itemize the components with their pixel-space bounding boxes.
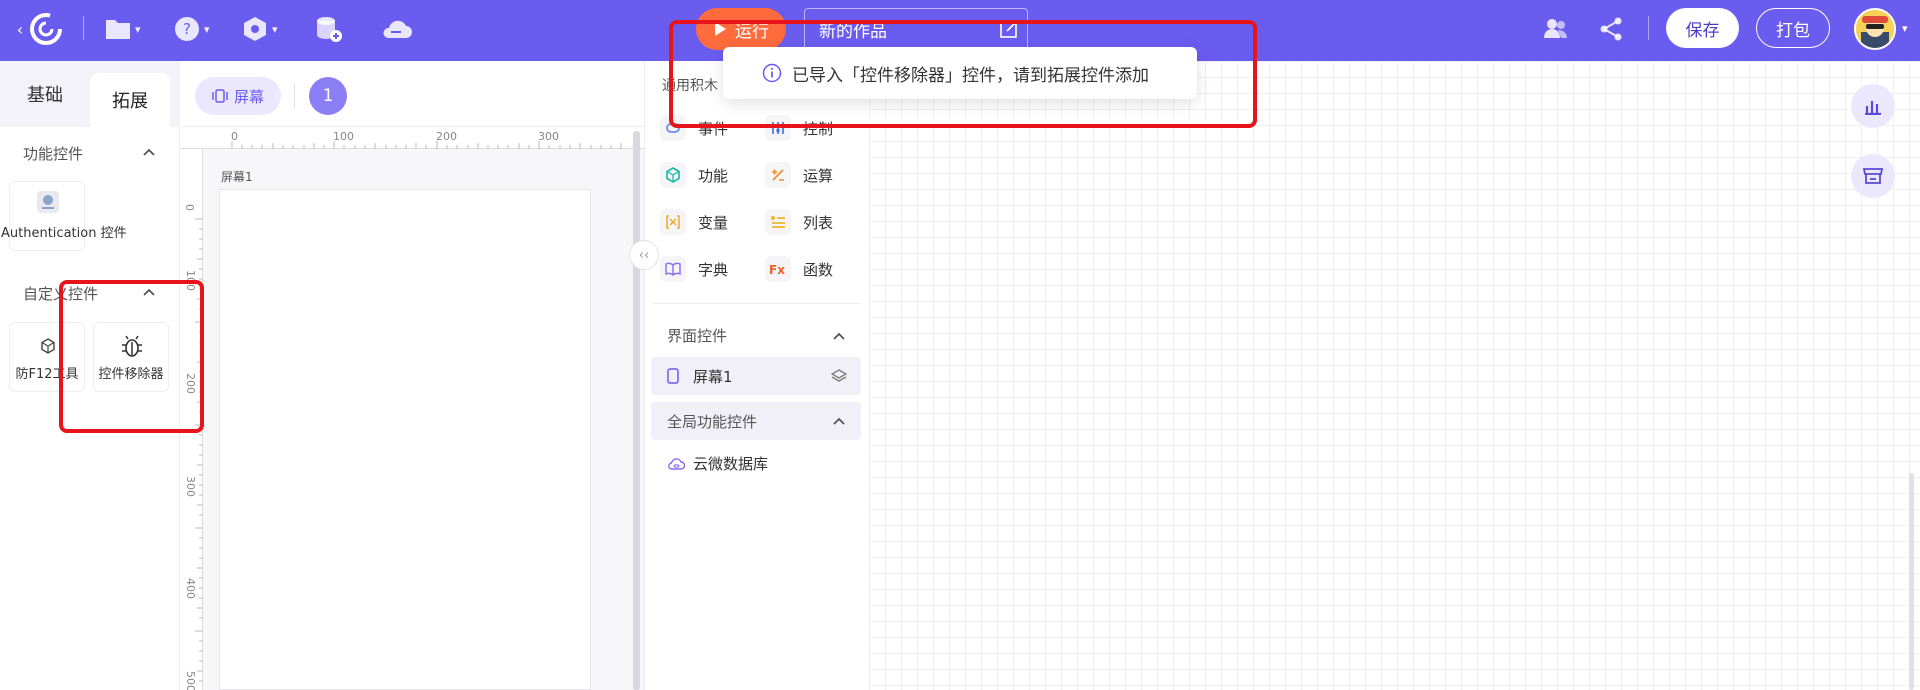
ruler-label: 300 [184, 476, 197, 497]
canvas-scrollbar[interactable] [633, 131, 640, 690]
phone-icon [667, 368, 679, 384]
collapse-panel-button[interactable]: ‹‹ [629, 240, 659, 270]
avatar[interactable] [1854, 8, 1896, 50]
share-icon[interactable] [1596, 14, 1626, 44]
store-icon [1862, 168, 1884, 184]
app-logo-icon[interactable] [28, 10, 64, 48]
stats-button[interactable] [1851, 84, 1895, 128]
highlight-box-toast [669, 20, 1257, 128]
authentication-icon [37, 191, 59, 213]
widget-tabs: 基础 拓展 [0, 61, 180, 127]
file-menu[interactable]: ▾ [104, 12, 141, 46]
hex-cube-icon [41, 338, 55, 354]
hex-gear-icon [244, 17, 266, 41]
screen-name-label: 屏幕1 [221, 170, 253, 184]
screen-count-badge[interactable]: 1 [309, 77, 347, 115]
ui-widgets-section-title: 界面控件 [667, 327, 728, 345]
store-button[interactable] [1851, 154, 1895, 198]
fx-icon: Fx [765, 256, 791, 282]
variable-icon [660, 209, 686, 235]
avatar-image-icon [1856, 10, 1894, 48]
ruler-label: 400 [184, 578, 197, 599]
screens-icon [212, 89, 228, 103]
screen-tree-item[interactable]: 屏幕1 [651, 357, 861, 395]
save-button[interactable]: 保存 [1666, 8, 1739, 48]
save-label: 保存 [1685, 20, 1720, 41]
block-label: 字典 [698, 260, 729, 279]
pack-label: 打包 [1776, 20, 1810, 41]
block-operator[interactable]: 运算 [765, 162, 833, 188]
tab-extension[interactable]: 拓展 [90, 73, 170, 127]
block-variable[interactable]: 变量 [660, 209, 728, 235]
cloud-icon[interactable] [378, 13, 414, 45]
ruler-label: 200 [436, 130, 457, 143]
settings-menu[interactable]: ▾ [241, 12, 278, 46]
screen-canvas[interactable] [219, 189, 591, 690]
bar-chart-icon [1865, 101, 1881, 115]
canvas-header: 屏幕 1 [181, 61, 644, 127]
pack-button[interactable]: 打包 [1756, 8, 1830, 48]
operator-icon [765, 162, 791, 188]
global-widgets-title: 全局功能控件 [667, 413, 758, 431]
function-section-title: 功能控件 [23, 145, 84, 163]
block-label: 函数 [803, 260, 834, 279]
chevron-up-icon[interactable] [832, 329, 846, 343]
chevron-up-icon[interactable] [832, 414, 846, 428]
database-add-icon[interactable] [312, 13, 344, 45]
cloud-database-icon [668, 457, 685, 470]
svg-text:?: ? [183, 20, 191, 38]
tab-basic[interactable]: 基础 [0, 61, 90, 127]
blocks-divider [653, 303, 861, 304]
cloud-database-item[interactable]: 云微数据库 [667, 453, 768, 474]
blocks-panel: 通用积木 事件 控制 功能 运算 变量 列表 字典 Fx 函数 界面控件 屏幕1 [644, 61, 868, 690]
highlight-box-widget [59, 280, 204, 433]
layers-icon[interactable] [831, 369, 847, 383]
block-dictionary[interactable]: 字典 [660, 256, 728, 282]
cloud-database-label: 云微数据库 [693, 455, 769, 473]
screen-tree-label: 屏幕1 [693, 368, 733, 386]
workspace-scrollbar[interactable] [1909, 473, 1914, 690]
block-function[interactable]: 功能 [660, 162, 728, 188]
global-widgets-section[interactable]: 全局功能控件 [651, 402, 861, 440]
design-canvas-area: 屏幕 1 0 100 200 300 0 100 200 300 400 500… [181, 61, 644, 690]
horizontal-ruler: 0 100 200 300 [181, 127, 644, 149]
block-workspace[interactable] [869, 61, 1920, 690]
block-label: 运算 [803, 166, 834, 185]
ruler-label: 100 [333, 130, 354, 143]
svg-text:Fx: Fx [769, 263, 785, 277]
block-label: 变量 [698, 213, 729, 232]
authentication-widget[interactable]: Authentication 控件 [1, 181, 127, 251]
block-list[interactable]: 列表 [765, 209, 833, 235]
ruler-label: 0 [183, 204, 196, 211]
chevron-up-icon[interactable] [142, 145, 156, 159]
ruler-label: 0 [231, 130, 238, 143]
authentication-widget-label: Authentication 控件 [1, 226, 127, 241]
help-icon: ? [175, 17, 199, 41]
folder-icon [106, 20, 130, 39]
block-fx[interactable]: Fx 函数 [765, 256, 833, 282]
horizontal-ruler-ticks [231, 141, 622, 149]
list-icon [765, 209, 791, 235]
function-icon [660, 162, 686, 188]
avatar-menu-chevron-icon[interactable]: ▾ [1902, 22, 1908, 35]
screen-switch-button[interactable]: 屏幕 [195, 77, 281, 115]
help-menu[interactable]: ? ▾ [173, 12, 210, 46]
screen-pill-label: 屏幕 [233, 87, 264, 106]
block-label: 列表 [803, 213, 834, 232]
ruler-label: 500 [184, 671, 197, 690]
dictionary-icon [660, 256, 686, 282]
back-chevron-icon[interactable]: ‹ [14, 17, 26, 41]
collaborators-icon[interactable] [1540, 14, 1572, 44]
double-chevron-left-icon: ‹‹ [638, 247, 650, 263]
block-label: 功能 [698, 166, 729, 185]
ruler-label: 300 [538, 130, 559, 143]
header-divider [294, 83, 295, 109]
